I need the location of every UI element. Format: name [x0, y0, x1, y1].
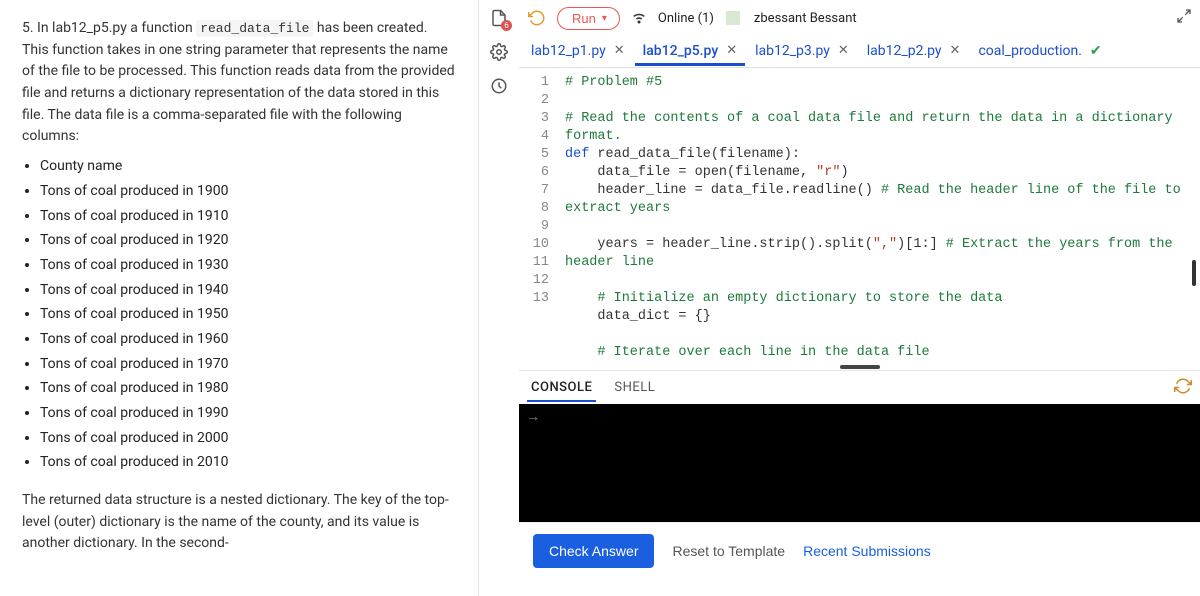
online-status: Online (1)	[658, 11, 714, 26]
list-item: Tons of coal produced in 2000	[40, 428, 456, 450]
close-icon[interactable]: ✕	[726, 43, 737, 58]
problem-outro: The returned data structure is a nested …	[22, 490, 456, 555]
list-item: Tons of coal produced in 1950	[40, 304, 456, 326]
terminal[interactable]: →	[519, 404, 1200, 522]
list-item: Tons of coal produced in 1980	[40, 378, 456, 400]
side-icon-bar: 6	[479, 0, 519, 96]
list-item: Tons of coal produced in 1910	[40, 206, 456, 228]
list-item: Tons of coal produced in 1930	[40, 255, 456, 277]
list-item: Tons of coal produced in 1990	[40, 403, 456, 425]
user-avatar[interactable]	[726, 11, 740, 25]
tab-label: lab12_p5.py	[643, 43, 719, 59]
editor-tab[interactable]: lab12_p3.py ✕	[747, 39, 857, 65]
column-list: County name Tons of coal produced in 1900…	[40, 156, 456, 474]
rerun-icon[interactable]	[527, 8, 547, 28]
run-button[interactable]: Run ▾	[557, 7, 620, 30]
file-add-icon[interactable]: 6	[489, 8, 509, 28]
ide-panel: 6 Run ▾ Online (1) zbessant Bessant	[478, 0, 1200, 596]
wifi-icon	[630, 7, 648, 29]
top-bar: Run ▾ Online (1) zbessant Bessant	[519, 0, 1200, 36]
inline-code: read_data_file	[196, 20, 313, 37]
scrollbar-thumb[interactable]	[1192, 260, 1196, 286]
code-editor[interactable]: 12345678910111213 # Problem #5 # Read th…	[519, 68, 1200, 364]
code-content[interactable]: # Problem #5 # Read the contents of a co…	[559, 68, 1200, 364]
bottom-bar: Check Answer Reset to Template Recent Su…	[519, 522, 1200, 578]
editor-tab[interactable]: lab12_p2.py ✕	[859, 39, 969, 65]
run-label: Run	[572, 11, 596, 26]
editor-tabs: lab12_p1.py✕lab12_p5.py✕lab12_p3.py✕lab1…	[519, 36, 1200, 68]
history-icon[interactable]	[489, 76, 509, 96]
close-icon[interactable]: ✕	[950, 43, 961, 58]
list-item: Tons of coal produced in 1970	[40, 354, 456, 376]
expand-icon[interactable]	[1176, 8, 1192, 28]
tab-label: lab12_p1.py	[531, 43, 606, 59]
list-item: Tons of coal produced in 1900	[40, 181, 456, 203]
list-item: Tons of coal produced in 2010	[40, 452, 456, 474]
tab-shell[interactable]: SHELL	[610, 374, 659, 401]
main-area: Run ▾ Online (1) zbessant Bessant lab12_…	[519, 0, 1200, 596]
editor-tab[interactable]: coal_production. ✔	[970, 39, 1109, 65]
console-tabs: CONSOLE SHELL	[519, 370, 1200, 404]
list-item: Tons of coal produced in 1920	[40, 230, 456, 252]
user-name: zbessant Bessant	[754, 11, 857, 26]
notification-badge: 6	[501, 20, 512, 31]
close-icon[interactable]: ✕	[838, 43, 849, 58]
tab-label: lab12_p2.py	[867, 43, 942, 59]
problem-number: 5.	[22, 20, 34, 36]
problem-panel: 5. In lab12_p5.py a function read_data_f…	[0, 0, 478, 596]
recent-submissions-button[interactable]: Recent Submissions	[803, 543, 931, 559]
tab-label: coal_production.	[978, 43, 1081, 59]
refresh-icon[interactable]	[1174, 377, 1192, 399]
tab-label: lab12_p3.py	[755, 43, 830, 59]
check-answer-button[interactable]: Check Answer	[533, 534, 654, 568]
editor-tab[interactable]: lab12_p5.py ✕	[635, 39, 745, 65]
list-item: Tons of coal produced in 1940	[40, 280, 456, 302]
list-item: Tons of coal produced in 1960	[40, 329, 456, 351]
terminal-prompt: →	[529, 410, 537, 426]
line-gutter: 12345678910111213	[519, 68, 559, 364]
reset-template-button[interactable]: Reset to Template	[672, 543, 785, 559]
gear-icon[interactable]	[489, 42, 509, 62]
editor-tab[interactable]: lab12_p1.py ✕	[523, 39, 633, 65]
list-item: County name	[40, 156, 456, 178]
chevron-down-icon: ▾	[602, 13, 607, 24]
problem-intro: 5. In lab12_p5.py a function read_data_f…	[22, 18, 456, 148]
tab-console[interactable]: CONSOLE	[527, 374, 596, 401]
close-icon[interactable]: ✕	[614, 43, 625, 58]
check-icon: ✔	[1090, 43, 1102, 59]
